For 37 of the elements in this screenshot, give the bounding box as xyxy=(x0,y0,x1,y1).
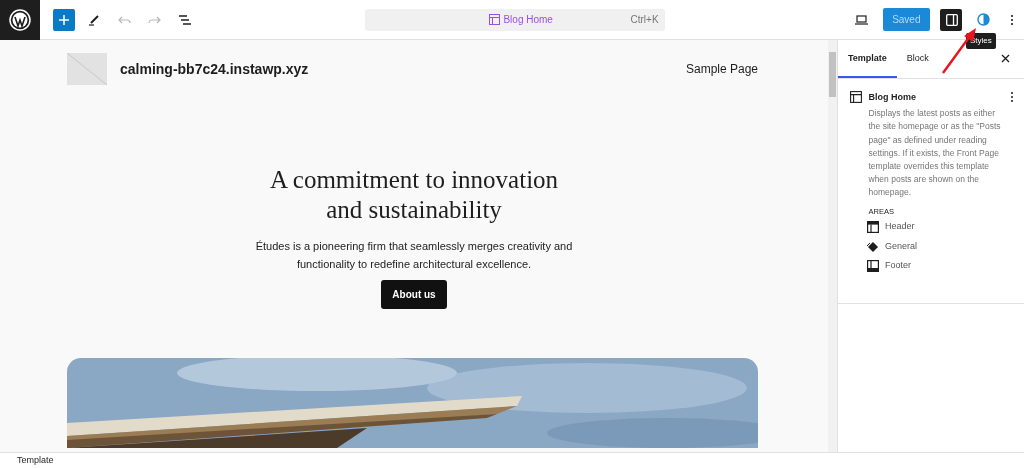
plus-icon xyxy=(59,14,69,25)
template-options-button[interactable] xyxy=(1010,90,1014,103)
more-vertical-icon xyxy=(1010,90,1014,103)
list-view-icon xyxy=(178,13,192,26)
pen-icon xyxy=(87,13,100,26)
area-item[interactable]: General xyxy=(866,239,1010,254)
area-item[interactable]: Footer xyxy=(866,259,1010,273)
half-circle-icon xyxy=(977,13,990,26)
x-glyph xyxy=(1001,54,1010,64)
wordpress-logo[interactable] xyxy=(0,0,40,40)
site-logo-placeholder xyxy=(67,53,107,85)
template-title: Blog Home xyxy=(868,90,917,104)
nav-link[interactable]: Sample Page xyxy=(685,60,758,78)
hero-heading: A commitment to innovation and sustainability xyxy=(268,165,560,225)
more-vertical-icon xyxy=(1009,13,1014,26)
add-block-button[interactable] xyxy=(53,8,75,31)
sidebar-icon xyxy=(945,14,958,27)
logo-icon xyxy=(9,8,31,31)
shortcut-hint: Ctrl+K xyxy=(630,13,659,27)
footer-area-icon xyxy=(866,260,879,273)
about-button[interactable]: About us xyxy=(381,279,447,309)
template-icon xyxy=(489,14,501,25)
site-title: calming-bb7c24.instawp.xyz xyxy=(120,59,309,79)
sidebar-tab[interactable]: Block xyxy=(896,40,939,78)
template-description: Displays the latest posts as either the site homepage or as the "Posts page" as defined under reading settings. If it exists, the Front Page template overrides this template when posts are shown on the homepage. xyxy=(868,107,1002,200)
command-bar[interactable]: Blog Home Ctrl+K xyxy=(365,8,666,31)
template-icon xyxy=(850,90,862,103)
general-area-icon xyxy=(866,240,879,253)
settings-sidebar-toggle[interactable] xyxy=(939,8,962,31)
breadcrumb[interactable]: Template xyxy=(17,453,54,468)
scrollbar-thumb[interactable] xyxy=(829,52,836,97)
hero-text: Études is a pioneering firm that seamlessly merges creativity and functionality to redefine architectural excellence. xyxy=(254,239,574,272)
sidebar-tab[interactable]: Template xyxy=(838,40,897,78)
area-item[interactable]: Header xyxy=(866,220,1010,234)
document-title: Blog Home xyxy=(503,13,553,27)
header-area-icon xyxy=(866,221,879,234)
laptop-icon xyxy=(854,14,868,25)
